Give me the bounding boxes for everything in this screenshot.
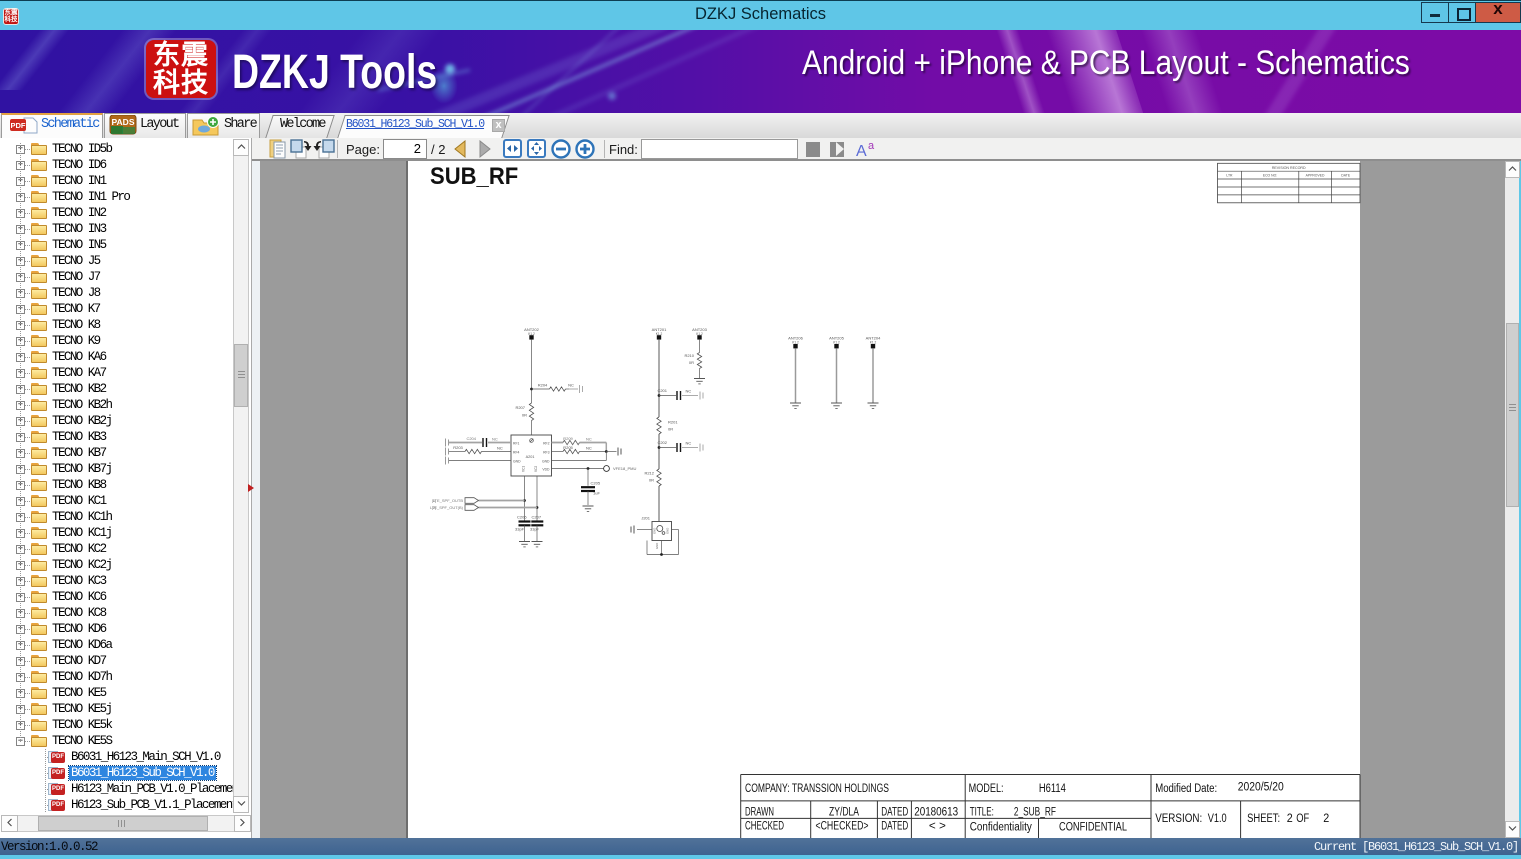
svg-text:1uF: 1uF [593,491,600,496]
svg-text:R210: R210 [684,353,694,358]
svg-text:C206: C206 [517,515,527,520]
svg-text:R212: R212 [644,471,654,476]
svg-text:2: 2 [1323,813,1329,825]
svg-text:K1.2: K1.2 [833,341,840,345]
svg-text:PADS: PADS [112,117,135,127]
svg-text:CHECKED: CHECKED [745,821,784,833]
svg-text:NC: NC [686,389,692,394]
svg-text:C205: C205 [591,481,601,486]
svg-text:NC: NC [497,446,503,451]
svg-text:0R: 0R [522,413,527,418]
svg-text:0R: 0R [649,478,654,483]
svg-text:GND: GND [655,543,659,549]
svg-text:OF: OF [1296,813,1309,825]
svg-text:COMPANY: TRANSSION HOLDINGS: COMPANY: TRANSSION HOLDINGS [745,783,889,795]
svg-text:A: A [856,143,867,159]
svg-text:R201: R201 [668,420,678,425]
svg-text:C207: C207 [532,515,542,520]
svg-text:2_SUB_RF: 2_SUB_RF [1014,807,1056,819]
svg-text:NC: NC [586,446,592,451]
svg-text:<CHECKED>: <CHECKED> [816,821,869,833]
svg-text:APPROVED: APPROVED [1306,174,1325,178]
svg-text:DATE: DATE [1341,174,1351,178]
svg-text:MODEL:: MODEL: [969,783,1004,795]
svg-text:R204: R204 [538,383,548,388]
svg-text:RF1: RF1 [513,441,520,445]
svg-text:VDD: VDD [542,468,550,472]
svg-text:Confidentiality: Confidentiality [970,822,1032,834]
svg-text:ECO NO:: ECO NO: [1263,174,1277,178]
svg-text:GND: GND [666,528,670,534]
svg-text:H6114: H6114 [1039,783,1066,795]
svg-text:LTE_SPF_OUTB: LTE_SPF_OUTB [433,498,464,503]
svg-text:GND: GND [653,528,657,534]
svg-text:NC: NC [686,441,692,446]
svg-text:ZY/DLA: ZY/DLA [829,807,859,819]
svg-text:2: 2 [1287,813,1293,825]
svg-text:DATED: DATED [881,807,908,819]
svg-text:VFE18_PMU: VFE18_PMU [613,466,636,471]
svg-text:R205: R205 [563,445,573,450]
svg-text:DATED: DATED [881,821,908,833]
svg-text:J201: J201 [641,516,650,521]
svg-text:C202: C202 [657,440,667,445]
svg-text:A201: A201 [526,455,535,459]
svg-text:[1]: [1] [432,499,436,503]
svg-text:C204: C204 [466,436,476,441]
svg-text:0R: 0R [689,360,694,365]
svg-text:K1.2: K1.2 [870,341,877,345]
svg-text:0R: 0R [668,427,673,432]
svg-text:33pF: 33pF [530,527,540,532]
svg-text:R207: R207 [515,405,525,410]
svg-text:RF2: RF2 [543,441,550,445]
svg-text:VERSION:: VERSION: [1155,813,1202,825]
svg-text:a: a [868,140,875,152]
svg-text:NC: NC [586,437,592,442]
svg-text:GND: GND [513,459,521,463]
svg-text:Modified Date:: Modified Date: [1155,783,1217,795]
svg-text:RF3: RF3 [543,450,550,454]
svg-text:CONFIDENTIAL: CONFIDENTIAL [1059,822,1127,834]
svg-text:REVISION RECORD: REVISION RECORD [1272,166,1306,170]
svg-text:[7]: [7] [432,506,436,510]
svg-text:33pF: 33pF [515,527,525,532]
svg-text:C201: C201 [657,388,667,393]
svg-text:LTR: LTR [1226,174,1233,178]
svg-text:DRAWN: DRAWN [745,807,774,819]
svg-text:TITLE:: TITLE: [970,807,994,819]
svg-text:V1.0: V1.0 [1208,813,1227,825]
svg-text:< >: < > [929,821,946,833]
svg-text:SHEET:: SHEET: [1247,813,1280,825]
svg-text:VC1: VC1 [522,466,526,472]
svg-text:PDF: PDF [11,121,26,130]
svg-text:R203: R203 [453,445,463,450]
svg-text:NC: NC [492,437,498,442]
svg-text:RF4: RF4 [513,450,520,454]
svg-text:NC: NC [568,383,574,388]
svg-text:VC2: VC2 [534,466,538,472]
svg-text:20180613: 20180613 [914,807,958,819]
svg-text:GND: GND [542,459,550,463]
svg-text:2020/5/20: 2020/5/20 [1238,782,1284,794]
svg-text:K1.2: K1.2 [792,341,799,345]
svg-text:R209: R209 [563,436,573,441]
